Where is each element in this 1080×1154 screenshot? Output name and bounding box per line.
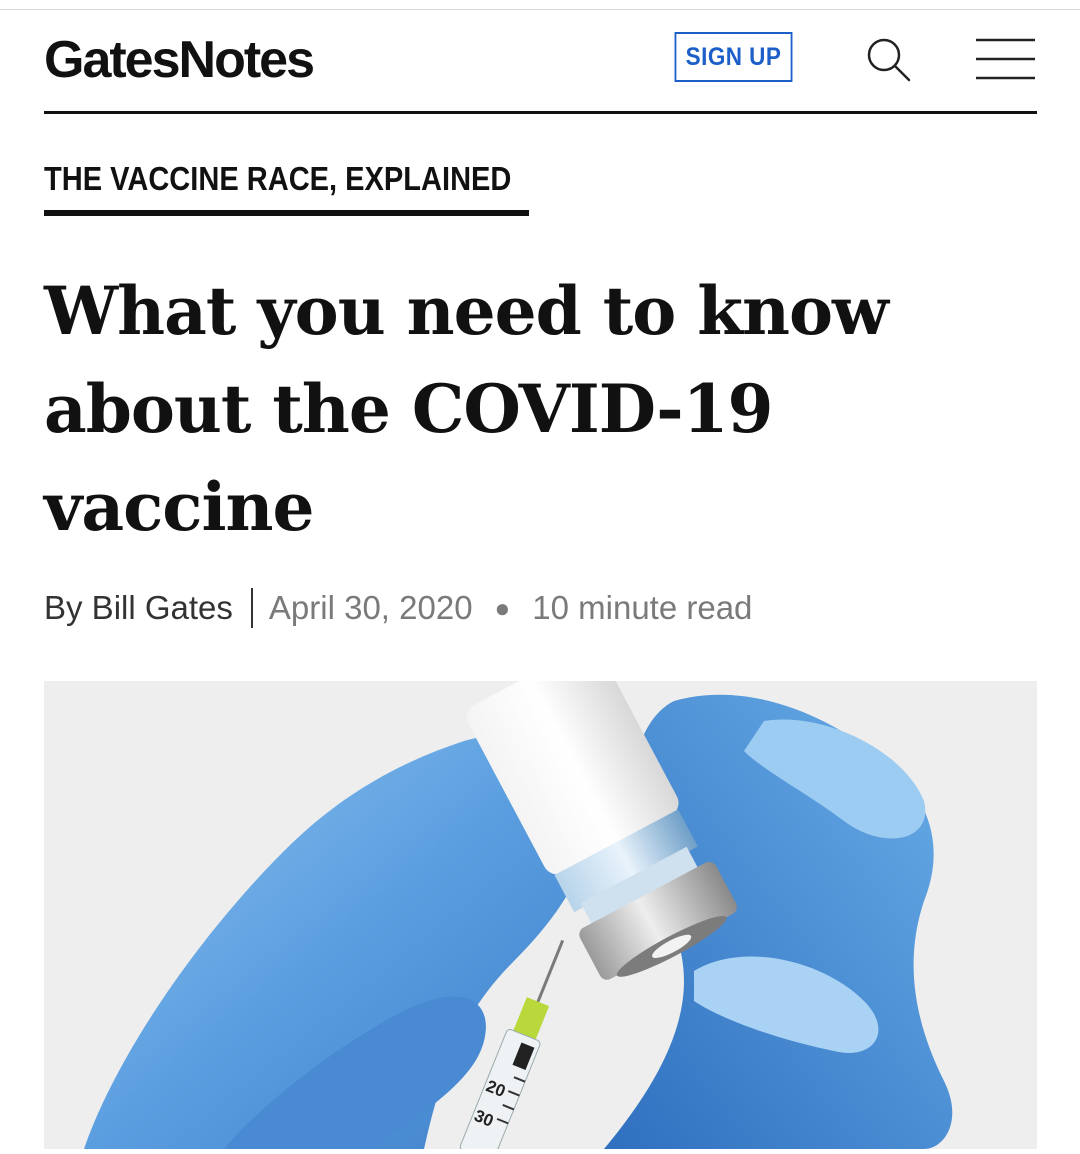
hero-image: 20 30 — [44, 681, 1037, 1149]
vaccine-illustration: 20 30 — [84, 681, 953, 1149]
sign-up-button[interactable]: SIGN UP — [674, 32, 793, 82]
byline-separator — [250, 588, 253, 628]
author-name[interactable]: By Bill Gates — [44, 589, 233, 627]
header-divider — [44, 111, 1037, 114]
top-divider — [0, 9, 1080, 10]
site-logo[interactable]: GatesNotes — [44, 30, 315, 90]
bullet-separator: ● — [494, 592, 511, 623]
publish-date: April 30, 2020 — [268, 589, 473, 626]
section-kicker[interactable]: THE VACCINE RACE, EXPLAINED — [44, 160, 511, 198]
kicker-underline — [44, 210, 529, 216]
article-byline: By Bill Gates April 30, 2020 ● 10 minute… — [44, 588, 752, 628]
site-header: GatesNotes SIGN UP — [44, 22, 1037, 112]
article-headline: What you need to know about the COVID-19… — [44, 272, 889, 546]
search-icon[interactable] — [864, 34, 914, 84]
hamburger-menu-icon[interactable] — [974, 36, 1037, 82]
read-time: 10 minute read — [532, 589, 753, 626]
